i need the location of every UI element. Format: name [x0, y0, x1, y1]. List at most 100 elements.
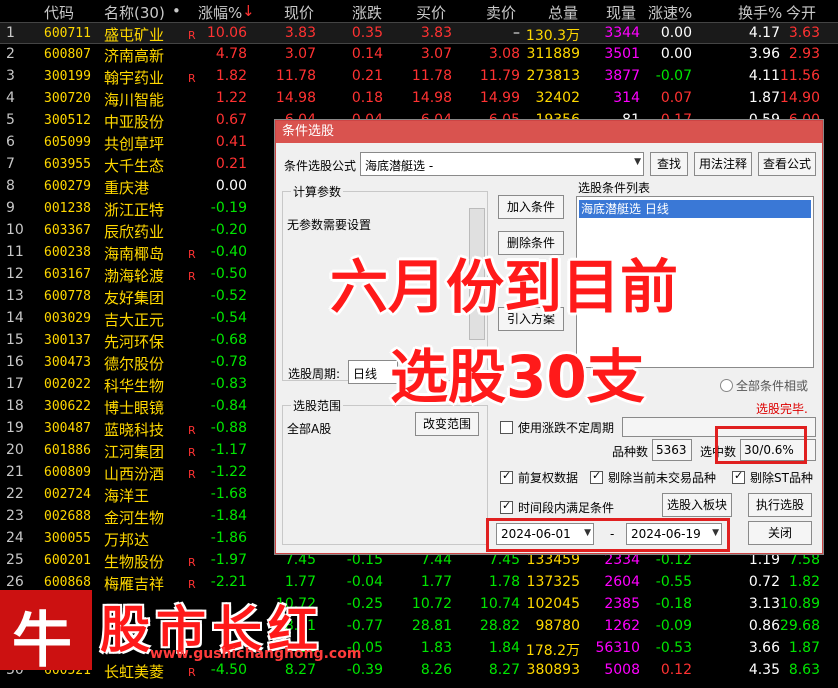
- table-row[interactable]: 1 600711 盛屯矿业 R 10.06 3.83 0.35 3.83 –130.3万 3344…: [0, 22, 838, 44]
- stock-code: 600711: [44, 26, 91, 41]
- calc-params-title: 计算参数: [291, 183, 344, 200]
- cell-pct: 0.67: [215, 112, 247, 128]
- close-button[interactable]: 关闭: [748, 521, 812, 545]
- formula-select[interactable]: 海底潜艇选 - ▼: [360, 152, 644, 176]
- stock-code: 600868: [44, 575, 91, 590]
- row-index: 24: [6, 530, 24, 546]
- stock-code: 600279: [44, 179, 91, 194]
- opt-timespan-checkbox[interactable]: [500, 499, 513, 514]
- use-period-checkbox[interactable]: [500, 421, 513, 434]
- cell-ask: 10.74: [479, 596, 520, 612]
- cell-open: 14.90: [779, 90, 820, 106]
- table-row[interactable]: 4 300720 海川智能 1.22 14.98 0.18 14.98 14.99 32402 3…: [0, 88, 838, 110]
- col-cur-vol[interactable]: 现量: [606, 2, 636, 23]
- col-pct[interactable]: 涨幅%: [198, 2, 242, 23]
- sort-down-icon[interactable]: ↓: [242, 2, 255, 20]
- period-label: 选股周期:: [288, 367, 341, 381]
- financing-flag: R: [188, 666, 196, 679]
- change-range-button[interactable]: 改变范围: [415, 412, 479, 436]
- row-index: 23: [6, 508, 24, 524]
- col-change[interactable]: 涨跌: [352, 2, 382, 23]
- stock-name: 辰欣药业: [104, 223, 165, 241]
- dialog-title[interactable]: 条件选股: [276, 121, 822, 143]
- chevron-down-icon: ▼: [634, 157, 641, 167]
- col-turnover[interactable]: 换手%: [738, 2, 782, 23]
- col-volume[interactable]: 总量: [548, 2, 578, 23]
- all-cond-radio[interactable]: [720, 379, 733, 392]
- col-name[interactable]: 名称(30): [104, 2, 165, 23]
- row-index: 12: [6, 266, 24, 282]
- cell-open: 2.93: [788, 46, 820, 62]
- stock-code: 300720: [44, 91, 91, 106]
- stock-name: 生物股份: [104, 553, 165, 571]
- row-index: 19: [6, 420, 24, 436]
- cell-cur: 56310: [595, 640, 640, 656]
- stock-name: 长虹美菱: [104, 663, 165, 681]
- stock-code: 300055: [44, 531, 91, 546]
- cell-chg: -0.77: [346, 618, 383, 634]
- stock-name: 科华生物: [104, 377, 165, 395]
- condition-list-item[interactable]: 海底潜艇选 日线: [579, 200, 811, 218]
- col-open[interactable]: 今开: [786, 2, 816, 23]
- cell-pct: -1.68: [210, 486, 247, 502]
- table-row[interactable]: 30 600521 长虹美菱 R -4.50 8.27 -0.39 8.26 8.27 38089…: [0, 660, 838, 682]
- stock-name: 浙江正特: [104, 201, 165, 219]
- cell-speed: -0.12: [655, 552, 692, 568]
- cell-bid: 1.83: [420, 640, 452, 656]
- cell-cur: 3877: [604, 68, 640, 84]
- cell-vol: 380893: [526, 662, 580, 678]
- view-formula-button[interactable]: 查看公式: [758, 152, 816, 176]
- col-speed[interactable]: 涨速%: [648, 2, 692, 23]
- row-index: 14: [6, 310, 24, 326]
- cell-vol: 273813: [526, 68, 580, 84]
- cell-pct: -0.83: [210, 376, 247, 392]
- row-index: 5: [6, 112, 15, 128]
- stock-name: 中亚股份: [104, 113, 165, 131]
- row-index: 11: [6, 244, 24, 260]
- col-code[interactable]: 代码: [44, 2, 74, 23]
- opt-fq-checkbox[interactable]: [500, 469, 513, 484]
- stock-name: 翰宇药业: [104, 69, 165, 87]
- stock-code: 003029: [44, 311, 91, 326]
- usage-button[interactable]: 用法注释: [694, 152, 752, 176]
- formula-value: 海底潜艇选 -: [365, 159, 434, 173]
- row-index: 10: [6, 222, 24, 238]
- financing-flag: R: [188, 556, 196, 569]
- col-bid[interactable]: 买价: [416, 2, 446, 23]
- cell-price: 14.98: [275, 90, 316, 106]
- cell-open: 8.63: [788, 662, 820, 678]
- table-row[interactable]: 2 600807 济南高新 4.78 3.07 0.14 3.07 3.08 311889 350…: [0, 44, 838, 66]
- cell-speed: 0.00: [660, 46, 692, 62]
- row-index: 21: [6, 464, 24, 480]
- row-index: 13: [6, 288, 24, 304]
- row-index: 9: [6, 200, 15, 216]
- col-ask[interactable]: 卖价: [486, 2, 516, 23]
- find-button[interactable]: 查找: [650, 152, 688, 176]
- cell-price: 1.77: [284, 574, 316, 590]
- add-condition-button[interactable]: 加入条件: [498, 195, 564, 219]
- cell-ask: 1.84: [488, 640, 520, 656]
- cell-cur: 2604: [604, 574, 640, 590]
- col-price[interactable]: 现价: [284, 2, 314, 23]
- financing-flag: R: [188, 446, 196, 459]
- cell-chg: 0.18: [351, 90, 383, 106]
- cell-vol: 98780: [535, 618, 580, 634]
- table-header: 代码 名称(30) • 涨幅% ↓ 现价 涨跌 买价 卖价 总量 现量 涨速% …: [0, 0, 838, 22]
- row-index: 18: [6, 398, 24, 414]
- stock-name: 重庆港: [104, 179, 150, 197]
- stock-name: 金河生物: [104, 509, 165, 527]
- opt-st-checkbox[interactable]: [732, 469, 745, 484]
- stock-name: 海洋王: [104, 487, 150, 505]
- table-row[interactable]: 3 300199 翰宇药业 R 1.82 11.78 0.21 11.78 11.79 27381…: [0, 66, 838, 88]
- add-to-board-button[interactable]: 选股入板块: [662, 493, 732, 517]
- cell-pct: -0.68: [210, 332, 247, 348]
- count-value: 5363: [656, 443, 687, 457]
- cell-ask: 14.99: [479, 90, 520, 106]
- financing-flag: R: [188, 248, 196, 261]
- cell-open: 29.68: [779, 618, 820, 634]
- execute-button[interactable]: 执行选股: [748, 493, 812, 517]
- range-title: 选股范围: [291, 397, 344, 414]
- opt-untraded-checkbox[interactable]: [590, 469, 603, 484]
- cell-ask: 28.82: [479, 618, 520, 634]
- opt-timespan-label: 时间段内满足条件: [518, 501, 615, 515]
